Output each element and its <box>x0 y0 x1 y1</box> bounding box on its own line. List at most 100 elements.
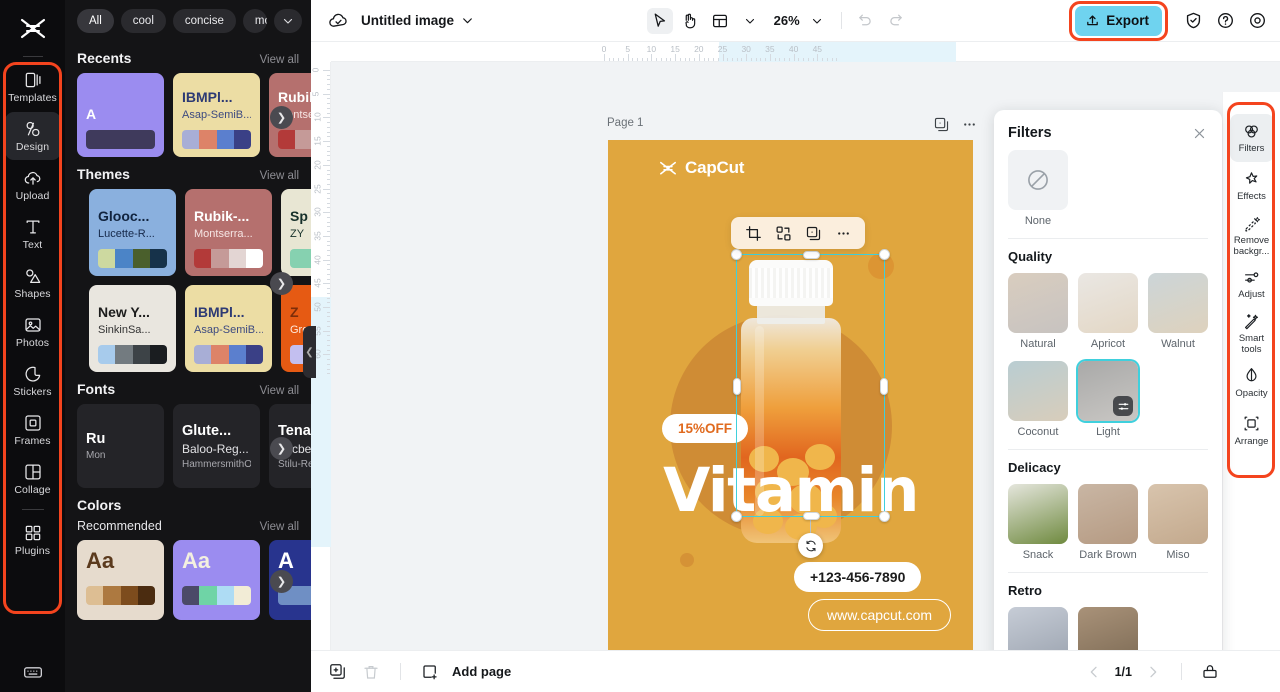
sidebar-item-stickers[interactable]: Stickers <box>5 357 61 405</box>
filter-item-light[interactable]: Light <box>1078 361 1138 438</box>
sidebar-item-plugins[interactable]: Plugins <box>5 516 61 564</box>
tool-rail-item-arrange[interactable]: Arrange <box>1230 407 1274 455</box>
sidebar-item-templates[interactable]: Templates <box>5 63 61 111</box>
theme-card[interactable]: Sp ZY <box>281 189 311 276</box>
filter-item-miso[interactable]: Miso <box>1148 484 1208 561</box>
sidebar-item-frames[interactable]: Frames <box>5 406 61 454</box>
handle-middle-right[interactable] <box>880 378 888 395</box>
recent-template-card[interactable]: A <box>77 73 164 157</box>
redo-button[interactable] <box>883 8 909 34</box>
recent-template-card[interactable]: IBMPl... Asap-SemiB... <box>173 73 260 157</box>
canvas-area[interactable]: 0 5 10 15 20 25 30 35 40 45 0 5 10 15 20 25 30 35 40 45 50 5… <box>311 42 1280 650</box>
add-page-label[interactable]: Add page <box>452 664 511 679</box>
layout-chevron-down-icon[interactable] <box>737 8 763 34</box>
capcut-logo-icon[interactable] <box>16 14 50 44</box>
add-page-icon[interactable] <box>418 660 442 684</box>
theme-card[interactable]: Rubik-... Montserra... <box>185 189 272 276</box>
tool-rail-item-effects[interactable]: Effects <box>1230 162 1274 210</box>
select-tool-button[interactable] <box>646 7 673 34</box>
sidebar-item-photos[interactable]: Photos <box>5 308 61 356</box>
zoom-level[interactable]: 26% <box>774 13 800 28</box>
hand-tool-button[interactable] <box>677 8 703 34</box>
filter-item-apricot[interactable]: Apricot <box>1078 273 1138 350</box>
font-card[interactable]: Glute... Baloo-Reg... HammersmithOn... <box>173 404 260 488</box>
chips-chevron-down-icon[interactable] <box>273 9 302 33</box>
handle-top-right[interactable] <box>879 249 890 260</box>
zoom-chevron-down-icon[interactable] <box>804 8 830 34</box>
sidebar-item-shapes[interactable]: Shapes <box>5 259 61 307</box>
handle-middle-left[interactable] <box>733 378 741 395</box>
panel-collapse-handle[interactable]: ❮ <box>303 326 316 378</box>
selection-box[interactable] <box>731 249 890 522</box>
undo-button[interactable] <box>853 8 879 34</box>
replace-image-icon[interactable] <box>770 220 796 246</box>
theme-card[interactable]: Glooc... Lucette-R... <box>89 189 176 276</box>
next-page-button[interactable] <box>1141 660 1165 684</box>
tool-rail-item-opacity[interactable]: Opacity <box>1230 359 1274 407</box>
duplicate-icon[interactable] <box>800 220 826 246</box>
filter-chip-cool[interactable]: cool <box>120 9 166 33</box>
filter-item-retro[interactable] <box>1078 607 1138 650</box>
horizontal-ruler[interactable]: 0 5 10 15 20 25 30 35 40 45 <box>311 42 1280 62</box>
website-badge[interactable]: www.capcut.com <box>808 599 952 631</box>
trash-icon[interactable] <box>359 660 383 684</box>
sidebar-item-text[interactable]: Text <box>5 210 61 258</box>
handle-bottom-right[interactable] <box>879 511 890 522</box>
filter-item-walnut[interactable]: Walnut <box>1148 273 1208 350</box>
title-chevron-down-icon[interactable] <box>454 8 480 34</box>
duplicate-page-icon[interactable] <box>931 114 951 134</box>
tool-rail-item-adjust[interactable]: Adjust <box>1230 260 1274 308</box>
page-more-horizontal-icon[interactable] <box>959 114 979 134</box>
sliders-icon[interactable] <box>1113 396 1133 416</box>
prev-page-button[interactable] <box>1082 660 1106 684</box>
themes-view-all[interactable]: View all <box>260 170 299 182</box>
help-circle-icon[interactable] <box>1212 8 1238 34</box>
filter-item-coconut[interactable]: Coconut <box>1008 361 1068 438</box>
themes-carousel-next[interactable]: ❯ <box>270 272 293 295</box>
rotate-handle-button[interactable] <box>798 533 823 558</box>
keyboard-icon[interactable] <box>0 662 65 682</box>
handle-bottom-left[interactable] <box>731 511 742 522</box>
phone-badge[interactable]: +123-456-7890 <box>794 562 922 592</box>
handle-top-left[interactable] <box>731 249 742 260</box>
colors-view-all[interactable]: View all <box>260 521 299 533</box>
crop-icon[interactable] <box>740 220 766 246</box>
fonts-view-all[interactable]: View all <box>260 385 299 397</box>
tool-rail-item-smart-tools[interactable]: Smart tools <box>1230 308 1274 358</box>
colors-carousel-next[interactable]: ❯ <box>270 570 293 593</box>
close-icon[interactable] <box>1190 124 1208 142</box>
document-title[interactable]: Untitled image <box>361 13 454 28</box>
panel-toggle-icon[interactable] <box>1198 660 1222 684</box>
handle-bottom-center[interactable] <box>803 512 820 520</box>
duplicate-page-icon[interactable] <box>325 660 349 684</box>
filter-chip-all[interactable]: All <box>77 9 114 33</box>
recents-carousel-next[interactable]: ❯ <box>270 106 293 129</box>
tool-rail-item-filters[interactable]: Filters <box>1229 114 1274 162</box>
theme-card[interactable]: New Y... SinkinSa... <box>89 285 176 372</box>
export-button[interactable]: Export <box>1075 5 1162 36</box>
tool-rail-label: Opacity <box>1235 387 1268 399</box>
shield-check-icon[interactable] <box>1180 8 1206 34</box>
layout-tool-button[interactable] <box>707 8 733 34</box>
recents-view-all[interactable]: View all <box>260 54 299 66</box>
color-palette-card[interactable]: Aa <box>77 540 164 620</box>
sidebar-item-design[interactable]: Design <box>4 112 61 160</box>
cloud-saved-icon[interactable] <box>325 8 351 34</box>
tool-rail-item-remove-backgr[interactable]: Remove backgr... <box>1230 210 1274 260</box>
color-palette-card[interactable]: Aa <box>173 540 260 620</box>
filter-item-snack[interactable]: Snack <box>1008 484 1068 561</box>
filter-none-item[interactable]: None <box>1008 150 1208 227</box>
fonts-carousel-next[interactable]: ❯ <box>270 437 293 460</box>
gear-icon[interactable] <box>1244 8 1270 34</box>
filter-chip-modern[interactable]: modern <box>242 9 267 33</box>
more-horizontal-icon[interactable] <box>830 220 856 246</box>
theme-card[interactable]: IBMPl... Asap-SemiB... <box>185 285 272 372</box>
filter-item-dark-brown[interactable]: Dark Brown <box>1078 484 1138 561</box>
filter-item-natural[interactable]: Natural <box>1008 273 1068 350</box>
filter-item-retro[interactable] <box>1008 607 1068 650</box>
sidebar-item-upload[interactable]: Upload <box>5 161 61 209</box>
handle-top-center[interactable] <box>803 251 820 259</box>
sidebar-item-collage[interactable]: Collage <box>5 455 61 503</box>
filter-chip-concise[interactable]: concise <box>172 9 236 33</box>
font-card[interactable]: Ru Mon <box>77 404 164 488</box>
